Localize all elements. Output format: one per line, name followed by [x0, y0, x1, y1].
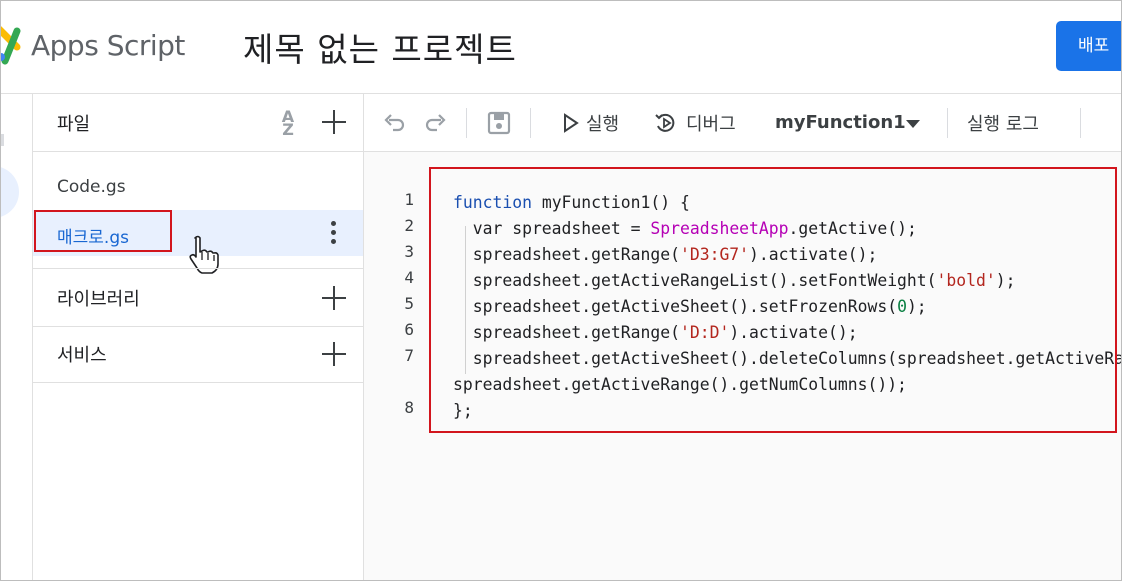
chevron-down-icon[interactable]: [906, 120, 920, 128]
files-section-title: 파일: [57, 114, 91, 135]
apps-script-window: Apps Script 제목 없는 프로젝트 배포 파일 A Z Code.gs…: [0, 0, 1122, 581]
line-number: 6: [404, 320, 414, 339]
libraries-section-header[interactable]: 라이브러리: [33, 268, 363, 327]
redo-icon[interactable]: [422, 110, 448, 136]
file-highlight-box: [34, 210, 172, 252]
line-number: 1: [404, 190, 414, 209]
execution-log-button[interactable]: 실행 로그: [967, 110, 1039, 136]
sort-az-icon[interactable]: A Z: [273, 109, 303, 139]
toolbar-divider: [947, 108, 948, 138]
rail-item-editor[interactable]: [1, 166, 19, 218]
file-item-code-gs[interactable]: Code.gs: [33, 164, 363, 210]
run-play-icon[interactable]: [557, 110, 583, 136]
files-section-header: 파일 A Z: [33, 94, 363, 152]
services-section-header[interactable]: 서비스: [33, 325, 363, 383]
undo-icon[interactable]: [382, 110, 408, 136]
function-select[interactable]: myFunction1: [775, 112, 906, 133]
left-nav-rail: [1, 94, 33, 580]
line-number: 8: [404, 398, 414, 417]
save-icon[interactable]: [486, 110, 512, 136]
apps-script-logo-icon: [1, 26, 21, 65]
services-section-title: 서비스: [57, 345, 107, 366]
run-button[interactable]: 실행: [586, 110, 619, 136]
debug-icon[interactable]: [653, 110, 679, 136]
libraries-section-title: 라이브러리: [57, 289, 140, 310]
line-number: 5: [404, 294, 414, 313]
file-more-options-icon[interactable]: [331, 221, 337, 247]
toolbar-divider: [1080, 108, 1081, 138]
sort-az-z: Z: [282, 120, 294, 139]
toolbar-divider: [466, 108, 467, 138]
code-highlight-box: [429, 167, 1117, 433]
add-library-plus-icon[interactable]: [320, 284, 348, 312]
line-number: 7: [404, 346, 414, 365]
deploy-button[interactable]: 배포: [1056, 21, 1121, 71]
code-editor[interactable]: 1 2 3 4 5 6 7 8 function myFunction1() {…: [364, 152, 1121, 580]
editor-toolbar: 실행 디버그 myFunction1 실행 로그: [364, 94, 1121, 152]
add-file-plus-icon[interactable]: [320, 108, 348, 136]
line-number: 2: [404, 216, 414, 235]
file-sidebar: 파일 A Z Code.gs 매크로.gs 라이브러리 서비스: [33, 94, 364, 580]
line-number: 3: [404, 242, 414, 261]
top-bar: Apps Script 제목 없는 프로젝트 배포: [1, 1, 1121, 94]
add-service-plus-icon[interactable]: [320, 340, 348, 368]
line-number: 4: [404, 268, 414, 287]
app-name: Apps Script: [31, 29, 185, 62]
debug-button[interactable]: 디버그: [686, 110, 736, 136]
rail-item-overview[interactable]: [1, 134, 4, 146]
project-title[interactable]: 제목 없는 프로젝트: [243, 23, 517, 71]
file-item-label: Code.gs: [57, 177, 126, 197]
toolbar-divider: [530, 108, 531, 138]
